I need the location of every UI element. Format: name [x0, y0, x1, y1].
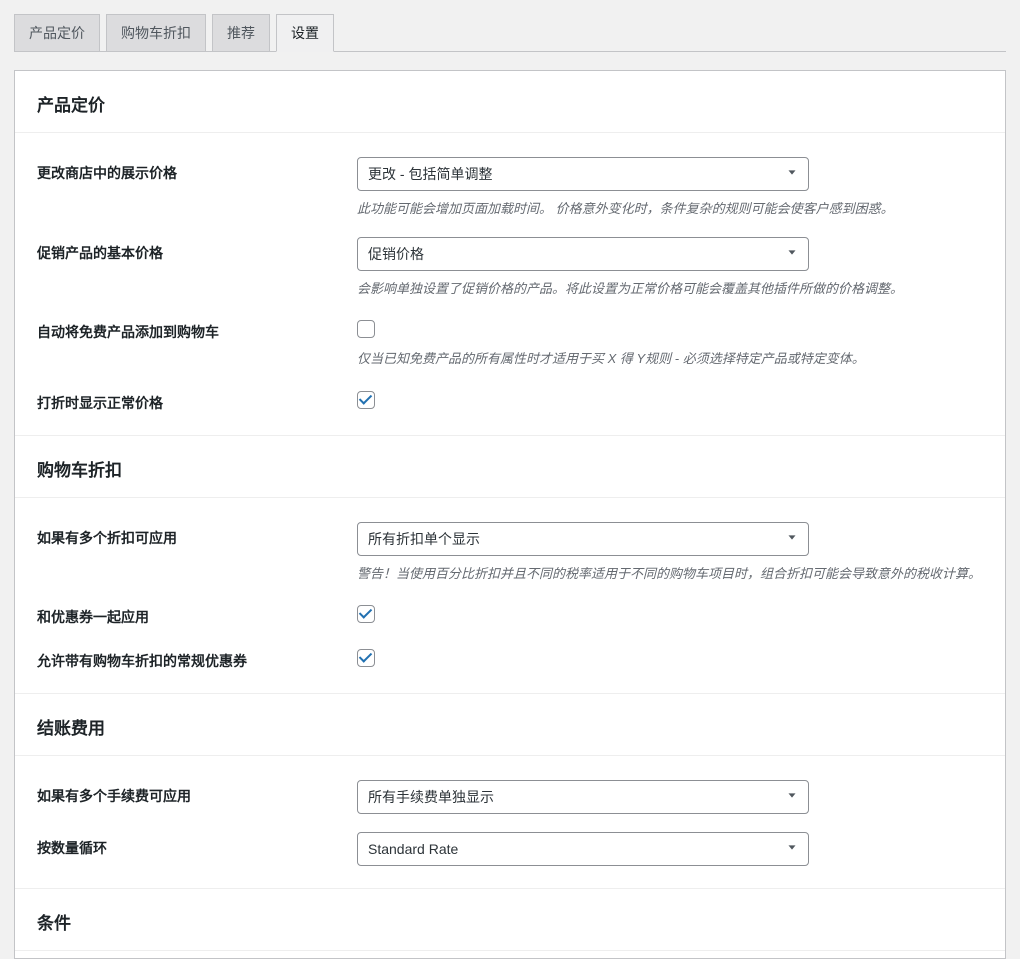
help-display-price: 此功能可能会增加页面加载时间。 价格意外变化时，条件复杂的规则可能会使客户感到困… — [357, 199, 983, 219]
tab-settings[interactable]: 设置 — [276, 14, 334, 52]
tab-product-pricing[interactable]: 产品定价 — [14, 14, 100, 51]
label-display-price: 更改商店中的展示价格 — [37, 157, 357, 183]
select-base-price[interactable]: 促销价格 — [357, 237, 809, 271]
checkbox-apply-with-coupons[interactable] — [357, 605, 375, 623]
tab-navigation: 产品定价 购物车折扣 推荐 设置 — [14, 14, 1006, 52]
help-base-price: 会影响单独设置了促销价格的产品。将此设置为正常价格可能会覆盖其他插件所做的价格调… — [357, 279, 983, 299]
select-value-base-price: 促销价格 — [368, 244, 424, 264]
help-free-products: 仅当已知免费产品的所有属性时才适用于买 X 得 Y规则 - 必须选择特定产品或特… — [357, 349, 983, 369]
label-qty-loop: 按数量循环 — [37, 832, 357, 858]
label-apply-with-coupons: 和优惠券一起应用 — [37, 601, 357, 627]
section-title-cart: 购物车折扣 — [37, 461, 122, 480]
label-show-regular: 打折时显示正常价格 — [37, 387, 357, 413]
section-checkout-fees: 结账费用 如果有多个手续费可应用 所有手续费单独显示 — [15, 694, 1005, 889]
checkbox-show-regular[interactable] — [357, 391, 375, 409]
tab-recommendations[interactable]: 推荐 — [212, 14, 270, 51]
select-display-price[interactable]: 更改 - 包括简单调整 — [357, 157, 809, 191]
select-value-multiple-fees: 所有手续费单独显示 — [368, 787, 494, 807]
label-multiple-fees: 如果有多个手续费可应用 — [37, 780, 357, 806]
section-title-checkout: 结账费用 — [37, 719, 105, 738]
checkbox-regular-coupons[interactable] — [357, 649, 375, 667]
label-free-products: 自动将免费产品添加到购物车 — [37, 316, 357, 342]
select-multiple-fees[interactable]: 所有手续费单独显示 — [357, 780, 809, 814]
tab-cart-discount[interactable]: 购物车折扣 — [106, 14, 206, 51]
section-title-pricing: 产品定价 — [37, 96, 105, 115]
section-product-pricing: 产品定价 更改商店中的展示价格 更改 - 包括简单调整 — [15, 71, 1005, 436]
section-cart-discount: 购物车折扣 如果有多个折扣可应用 所有折扣单个显示 — [15, 436, 1005, 695]
label-regular-coupons: 允许带有购物车折扣的常规优惠券 — [37, 645, 357, 671]
section-conditions: 条件 — [15, 889, 1005, 958]
select-qty-loop[interactable]: Standard Rate — [357, 832, 809, 866]
section-title-conditions: 条件 — [37, 914, 71, 933]
select-value-multiple-discounts: 所有折扣单个显示 — [368, 529, 480, 549]
help-multiple-discounts: 警告！当使用百分比折扣并且不同的税率适用于不同的购物车项目时，组合折扣可能会导致… — [357, 564, 983, 584]
label-multiple-discounts: 如果有多个折扣可应用 — [37, 522, 357, 548]
select-multiple-discounts[interactable]: 所有折扣单个显示 — [357, 522, 809, 556]
select-value-qty-loop: Standard Rate — [368, 841, 458, 857]
select-value-display-price: 更改 - 包括简单调整 — [368, 164, 492, 184]
checkbox-free-products[interactable] — [357, 320, 375, 338]
label-base-price: 促销产品的基本价格 — [37, 237, 357, 263]
settings-panel: 产品定价 更改商店中的展示价格 更改 - 包括简单调整 — [14, 70, 1006, 959]
